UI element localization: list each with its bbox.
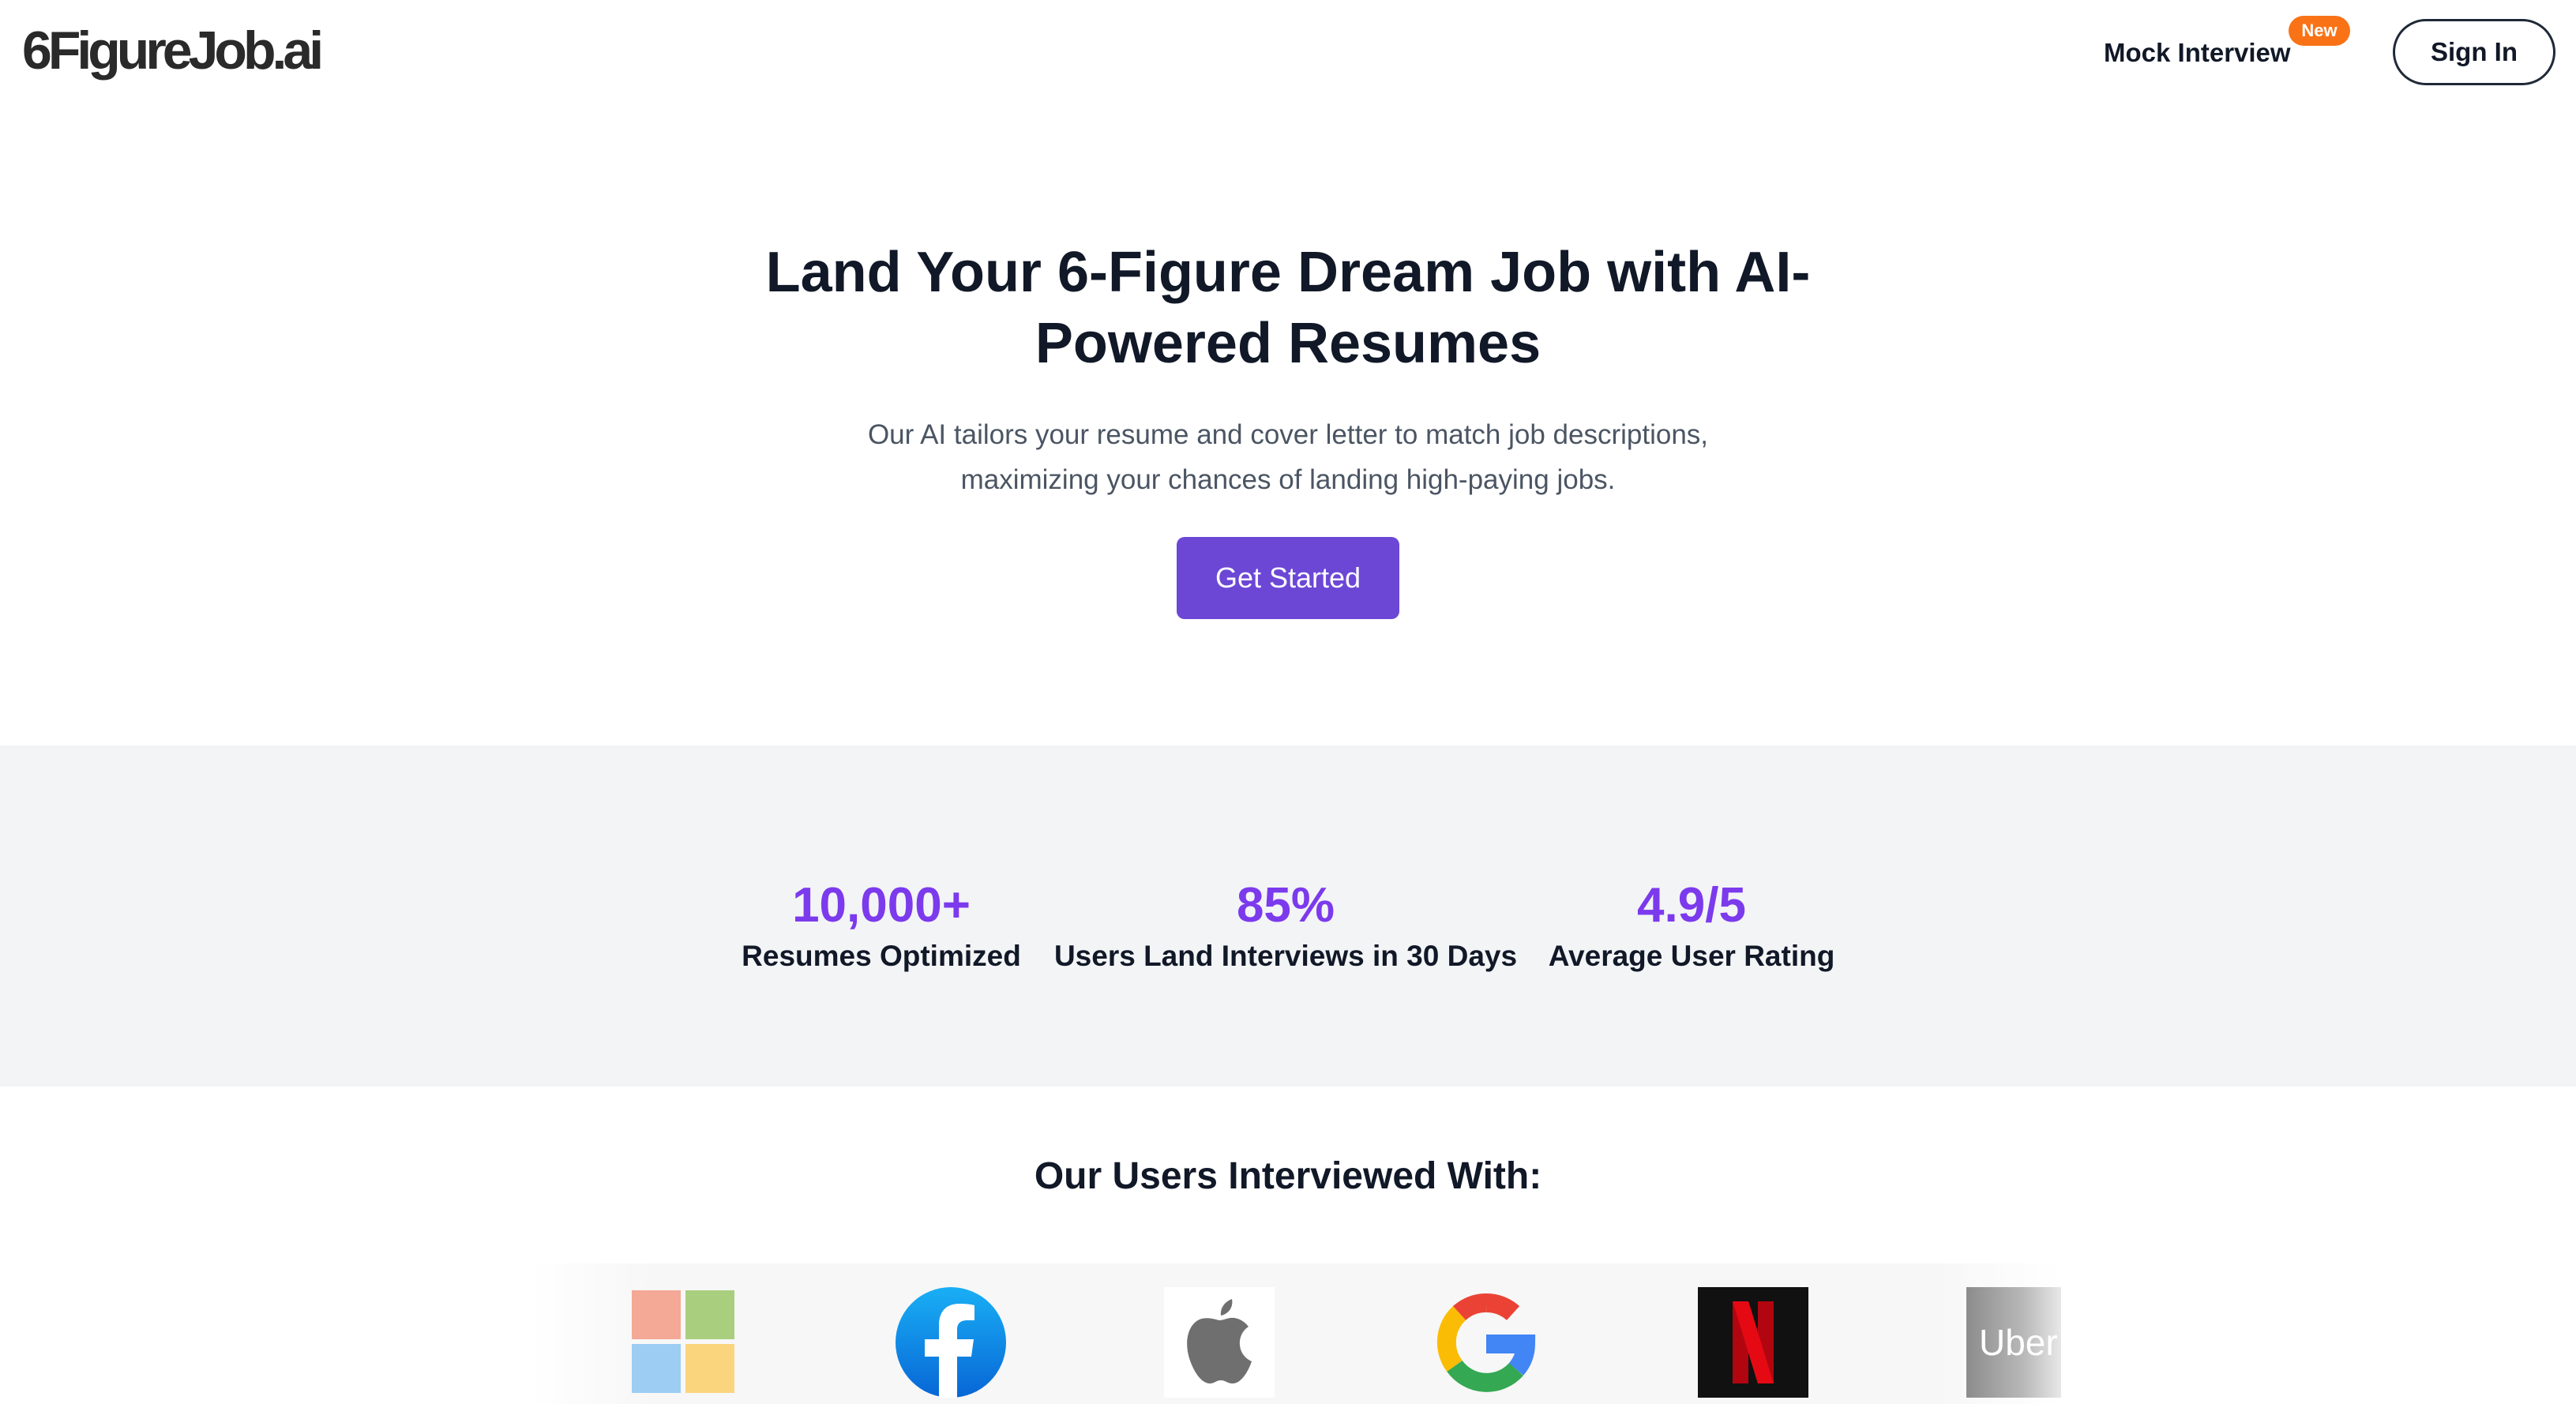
get-started-button[interactable]: Get Started bbox=[1177, 537, 1399, 619]
stat-value: 85% bbox=[1236, 878, 1335, 933]
google-logo-icon bbox=[1436, 1293, 1536, 1392]
netflix-logo-icon bbox=[1698, 1287, 1808, 1398]
company-logo-carousel: Uber bbox=[529, 1263, 2061, 1404]
hero-subtitle: Our AI tailors your resume and cover let… bbox=[867, 419, 1709, 495]
stat-value: 10,000+ bbox=[792, 878, 971, 933]
stat-value: 4.9/5 bbox=[1637, 878, 1746, 933]
new-badge: New bbox=[2289, 16, 2350, 46]
site-header: 6FigureJob.ai Mock Interview New Sign In bbox=[0, 0, 2576, 111]
uber-logo-icon: Uber bbox=[1966, 1287, 2061, 1398]
microsoft-logo-icon bbox=[632, 1290, 734, 1393]
companies-title: Our Users Interviewed With: bbox=[1034, 1155, 1542, 1197]
apple-logo-icon bbox=[1164, 1287, 1275, 1398]
nav-mock-interview-link[interactable]: Mock Interview bbox=[2104, 35, 2291, 71]
stat-interviews: 85% Users Land Interviews in 30 Days bbox=[1047, 878, 1524, 976]
stat-resumes: 10,000+ Resumes Optimized bbox=[723, 878, 1039, 976]
hero-title: Land Your 6-Figure Dream Job with AI-Pow… bbox=[765, 241, 1811, 375]
stat-label: Average User Rating bbox=[1548, 940, 1835, 972]
stat-label: Resumes Optimized bbox=[742, 940, 1021, 972]
uber-logo-text: Uber bbox=[1979, 1322, 2058, 1363]
stat-rating: 4.9/5 Average User Rating bbox=[1534, 878, 1849, 976]
facebook-logo-icon bbox=[896, 1287, 1006, 1398]
sign-in-button[interactable]: Sign In bbox=[2393, 19, 2555, 85]
stat-label: Users Land Interviews in 30 Days bbox=[1053, 940, 1518, 972]
site-logo[interactable]: 6FigureJob.ai bbox=[22, 19, 324, 82]
